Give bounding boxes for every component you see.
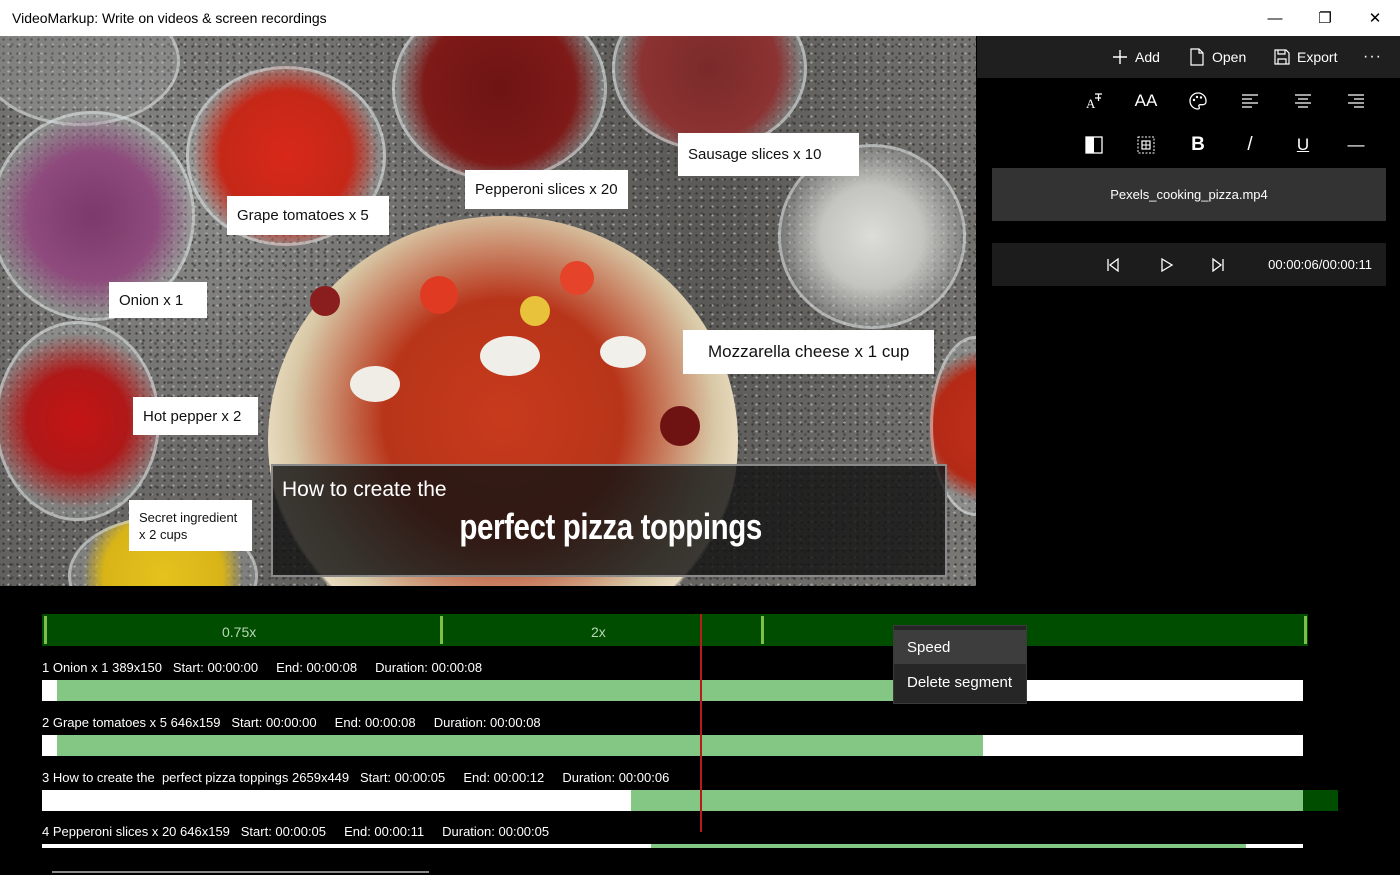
callout-onion[interactable]: Onion x 1 (109, 282, 207, 318)
palette-icon (1189, 92, 1207, 110)
add-label: Add (1135, 49, 1160, 65)
border-icon (1137, 136, 1155, 154)
background-toggle-button[interactable] (1079, 130, 1109, 160)
title-overlay[interactable]: How to create the perfect pizza toppings (271, 464, 947, 577)
topping (480, 336, 540, 376)
border-button[interactable] (1131, 130, 1161, 160)
topping (560, 261, 594, 295)
more-button[interactable]: ··· (1363, 36, 1382, 78)
skip-back-icon (1107, 257, 1119, 273)
speed-segment-marker[interactable] (1304, 616, 1307, 644)
export-label: Export (1297, 49, 1338, 65)
topping (420, 276, 458, 314)
topping (600, 336, 646, 368)
horizontal-scrollbar[interactable] (52, 871, 429, 873)
menu-item-speed[interactable]: Speed (894, 630, 1026, 664)
bold-button[interactable]: B (1183, 130, 1213, 160)
context-menu: Speed Delete segment (893, 625, 1027, 704)
track-overflow-3 (1303, 790, 1338, 811)
file-name-box[interactable]: Pexels_cooking_pizza.mp4 (992, 168, 1386, 221)
svg-text:A: A (1086, 96, 1096, 111)
track-info-1: 1 Onion x 1 389x150 Start: 00:00:00 End:… (42, 660, 483, 675)
font-family-button[interactable]: A (1079, 86, 1109, 116)
restore-button[interactable]: ❐ (1300, 0, 1350, 36)
underline-button[interactable]: U (1288, 130, 1318, 160)
callout-pepperoni[interactable]: Pepperoni slices x 20 (465, 170, 628, 209)
track-segment-4[interactable] (651, 844, 1246, 848)
track-info-4: 4 Pepperoni slices x 20 646x159 Start: 0… (42, 824, 550, 839)
document-icon (1190, 48, 1204, 66)
topping (310, 286, 340, 316)
contrast-icon (1085, 136, 1103, 154)
track-segment-3[interactable] (631, 790, 1303, 811)
playhead[interactable] (700, 614, 702, 832)
player-controls: 00:00:06/00:00:11 (992, 243, 1386, 286)
open-label: Open (1212, 49, 1247, 65)
font-icon: A (1086, 93, 1102, 111)
track-bar-3[interactable] (42, 790, 1303, 811)
topping (660, 406, 700, 446)
align-center-button[interactable] (1288, 86, 1318, 116)
speed-label-1: 0.75x (222, 624, 257, 640)
track-bar-4[interactable] (42, 844, 1303, 848)
track-segment-1[interactable] (57, 680, 920, 701)
callout-hot-pepper[interactable]: Hot pepper x 2 (133, 397, 258, 435)
track-info-3: 3 How to create the perfect pizza toppin… (42, 770, 670, 785)
title-line-2: perfect pizza toppings (459, 506, 762, 547)
title-line-1: How to create the (282, 478, 447, 501)
app-window: VideoMarkup: Write on videos & screen re… (0, 0, 1400, 875)
timecode: 00:00:06/00:00:11 (1268, 257, 1372, 272)
topping (350, 366, 400, 402)
track-bar-1[interactable] (42, 680, 1303, 701)
italic-button[interactable]: / (1235, 130, 1265, 160)
speed-segment-marker[interactable] (440, 616, 443, 644)
add-button[interactable]: Add (1112, 36, 1160, 78)
align-center-icon (1295, 94, 1311, 108)
topping (520, 296, 550, 326)
window-title: VideoMarkup: Write on videos & screen re… (12, 10, 327, 26)
skip-forward-button[interactable] (1206, 253, 1230, 277)
callout-sausage[interactable]: Sausage slices x 10 (678, 133, 859, 176)
minimize-button[interactable]: — (1250, 0, 1300, 36)
track-segment-2[interactable] (57, 735, 983, 756)
callout-mozzarella[interactable]: Mozzarella cheese x 1 cup (683, 330, 934, 374)
align-left-icon (1242, 94, 1258, 108)
callout-secret-ingredient[interactable]: Secret ingredient x 2 cups (129, 500, 252, 551)
speed-band[interactable]: 0.75x 2x (42, 614, 1308, 646)
video-preview[interactable]: Sausage slices x 10 Pepperoni slices x 2… (0, 36, 976, 586)
save-icon (1274, 49, 1290, 65)
strikethrough-button[interactable]: — (1341, 130, 1371, 160)
align-right-button[interactable] (1341, 86, 1371, 116)
speed-segment-marker[interactable] (44, 616, 47, 644)
play-icon (1161, 257, 1174, 273)
align-right-icon (1348, 94, 1364, 108)
export-button[interactable]: Export (1274, 36, 1337, 78)
color-button[interactable] (1183, 86, 1213, 116)
title-bar: VideoMarkup: Write on videos & screen re… (0, 0, 1400, 36)
font-size-button[interactable]: AA (1131, 86, 1161, 116)
track-bar-2[interactable] (42, 735, 1303, 756)
speed-label-2: 2x (591, 624, 606, 640)
skip-back-button[interactable] (1101, 253, 1125, 277)
open-button[interactable]: Open (1189, 36, 1246, 78)
callout-tomatoes[interactable]: Grape tomatoes x 5 (227, 196, 389, 235)
close-button[interactable]: ✕ (1350, 0, 1400, 36)
plus-icon (1113, 50, 1127, 64)
skip-forward-icon (1212, 257, 1224, 273)
play-button[interactable] (1154, 253, 1178, 277)
speed-segment-marker[interactable] (761, 616, 764, 644)
track-info-2: 2 Grape tomatoes x 5 646x159 Start: 00:0… (42, 715, 541, 730)
align-left-button[interactable] (1235, 86, 1265, 116)
command-bar: Add Open Export ··· (977, 36, 1400, 78)
menu-item-delete-segment[interactable]: Delete segment (894, 665, 1026, 699)
